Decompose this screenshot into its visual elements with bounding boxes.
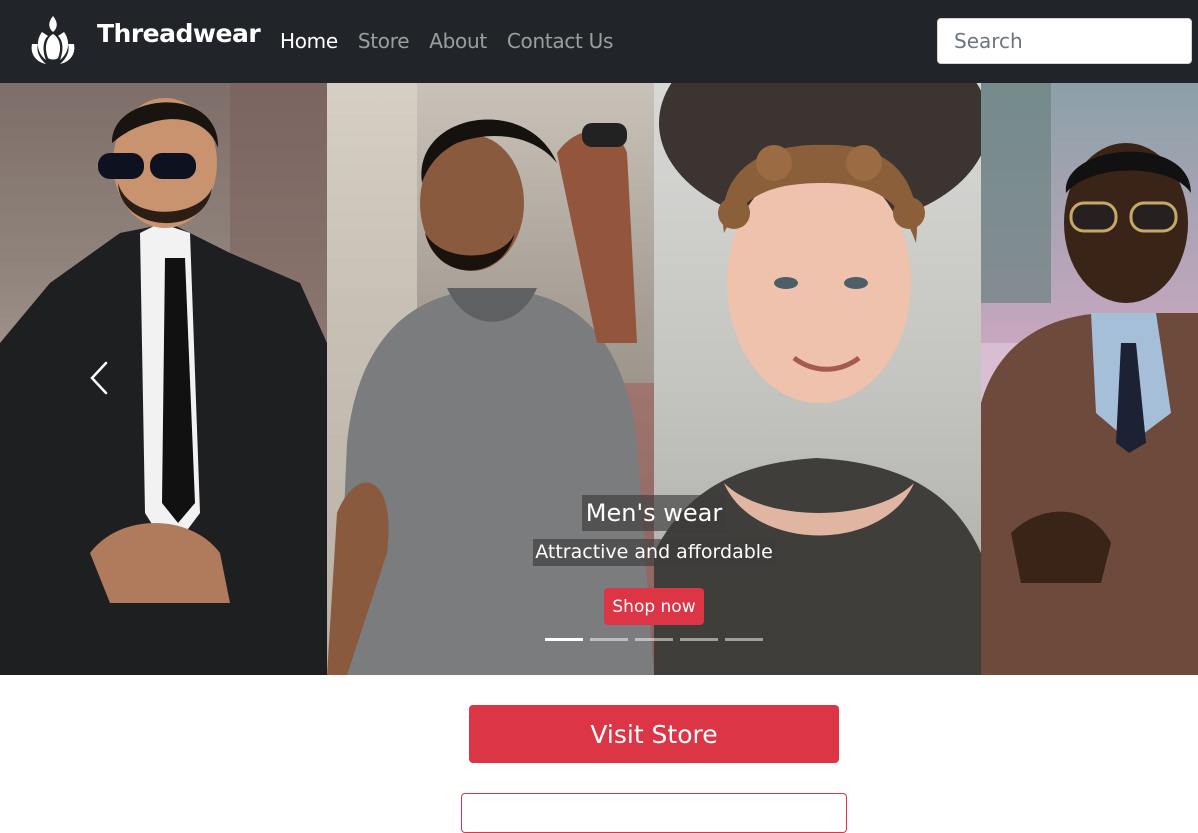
hero-carousel: Men's wear Attractive and affordable Sho… <box>0 83 1198 675</box>
chevron-left-icon <box>90 361 108 395</box>
lotus-icon <box>31 16 75 64</box>
model-photo-suit <box>0 83 327 675</box>
indicator-4[interactable] <box>680 638 718 641</box>
indicator-1[interactable] <box>545 638 583 641</box>
model-photo-hat <box>654 83 981 675</box>
nav-link-about[interactable]: About <box>429 29 487 53</box>
indicator-5[interactable] <box>725 638 763 641</box>
brand[interactable]: Threadwear <box>28 14 261 68</box>
carousel-prev-button[interactable] <box>80 353 120 403</box>
carousel-caption: Men's wear Attractive and affordable <box>454 495 854 566</box>
search-input[interactable] <box>937 18 1192 64</box>
brand-name[interactable]: Threadwear <box>97 19 261 48</box>
nav-link-contact[interactable]: Contact Us <box>507 29 614 53</box>
indicator-3[interactable] <box>635 638 673 641</box>
visit-store-button[interactable]: Visit Store <box>469 705 839 763</box>
carousel-indicators <box>545 638 763 641</box>
indicator-2[interactable] <box>590 638 628 641</box>
model-photo-tee <box>327 83 654 675</box>
nav-links: Home Store About Contact Us <box>280 29 633 53</box>
nav-link-store[interactable]: Store <box>358 29 410 53</box>
shop-now-button[interactable]: Shop now <box>604 588 704 625</box>
caption-title: Men's wear <box>581 495 727 531</box>
caption-subtitle: Attractive and affordable <box>533 539 775 566</box>
navbar: Threadwear Home Store About Contact Us <box>0 0 1198 83</box>
outline-button-partial[interactable] <box>461 793 847 833</box>
model-photo-leather <box>981 83 1198 675</box>
nav-link-home[interactable]: Home <box>280 29 338 53</box>
